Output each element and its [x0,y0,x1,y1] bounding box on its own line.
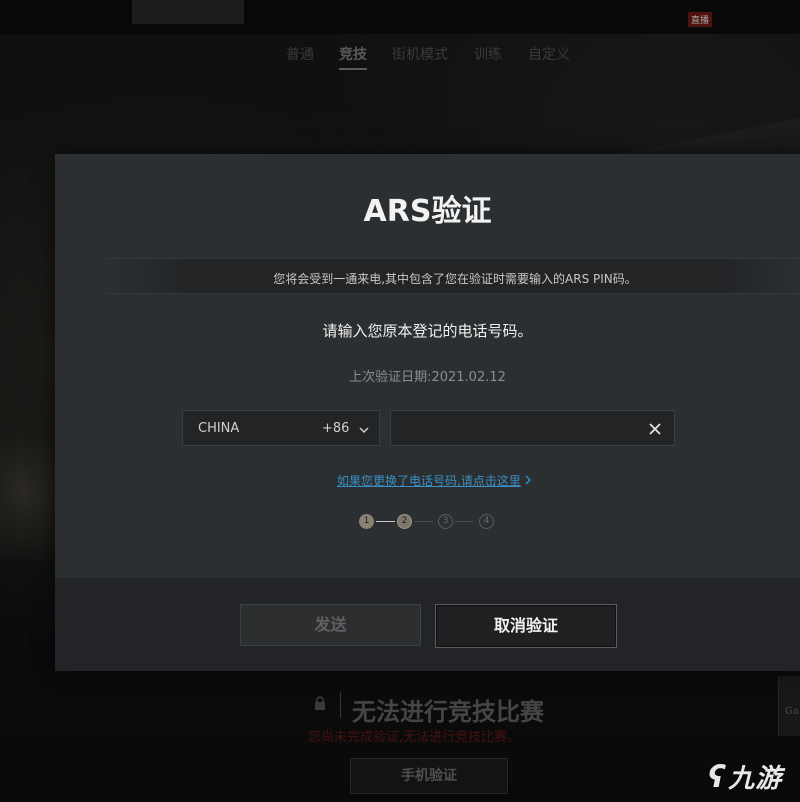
step-indicator: 1 2 3 4 [359,514,509,530]
country-name: CHINA [198,421,240,436]
send-button[interactable]: 发送 [240,604,421,646]
cancel-verification-button[interactable]: 取消验证 [435,604,617,648]
step-connector [455,521,474,522]
country-dial-code: +86 [322,421,350,436]
step-3: 3 [438,514,453,529]
step-1: 1 [359,514,374,529]
chevron-down-icon [357,422,371,436]
watermark-glyph: ʕ [708,760,727,795]
dialog-title: ARS验证 [363,194,492,229]
dialog-footer: 发送 取消验证 [55,578,800,671]
step-connector [376,521,395,522]
change-phone-link[interactable]: 如果您更换了电话号码,请点击这里 [337,472,532,489]
watermark-logo: ʕ九游 [708,758,782,795]
chevron-right-icon [524,474,532,488]
close-icon[interactable] [647,421,663,437]
step-2: 2 [397,514,412,529]
step-connector [414,521,433,522]
notice-bar: 您将会受到一通来电,其中包含了您在验证时需要输入的ARS PIN码。 [107,258,800,294]
country-code-select[interactable]: CHINA +86 [182,410,380,446]
last-verification-date: 上次验证日期:2021.02.12 [349,370,506,385]
phone-prompt: 请输入您原本登记的电话号码。 [322,322,533,340]
watermark-text: 九游 [728,764,783,794]
ars-verification-dialog: ARS验证 您将会受到一通来电,其中包含了您在验证时需要输入的ARS PIN码。… [55,154,800,671]
phone-number-input[interactable] [399,416,639,440]
phone-number-field[interactable] [390,410,675,446]
change-phone-link-text[interactable]: 如果您更换了电话号码,请点击这里 [337,474,521,488]
step-4: 4 [479,514,494,529]
notice-text: 您将会受到一通来电,其中包含了您在验证时需要输入的ARS PIN码。 [273,272,637,286]
